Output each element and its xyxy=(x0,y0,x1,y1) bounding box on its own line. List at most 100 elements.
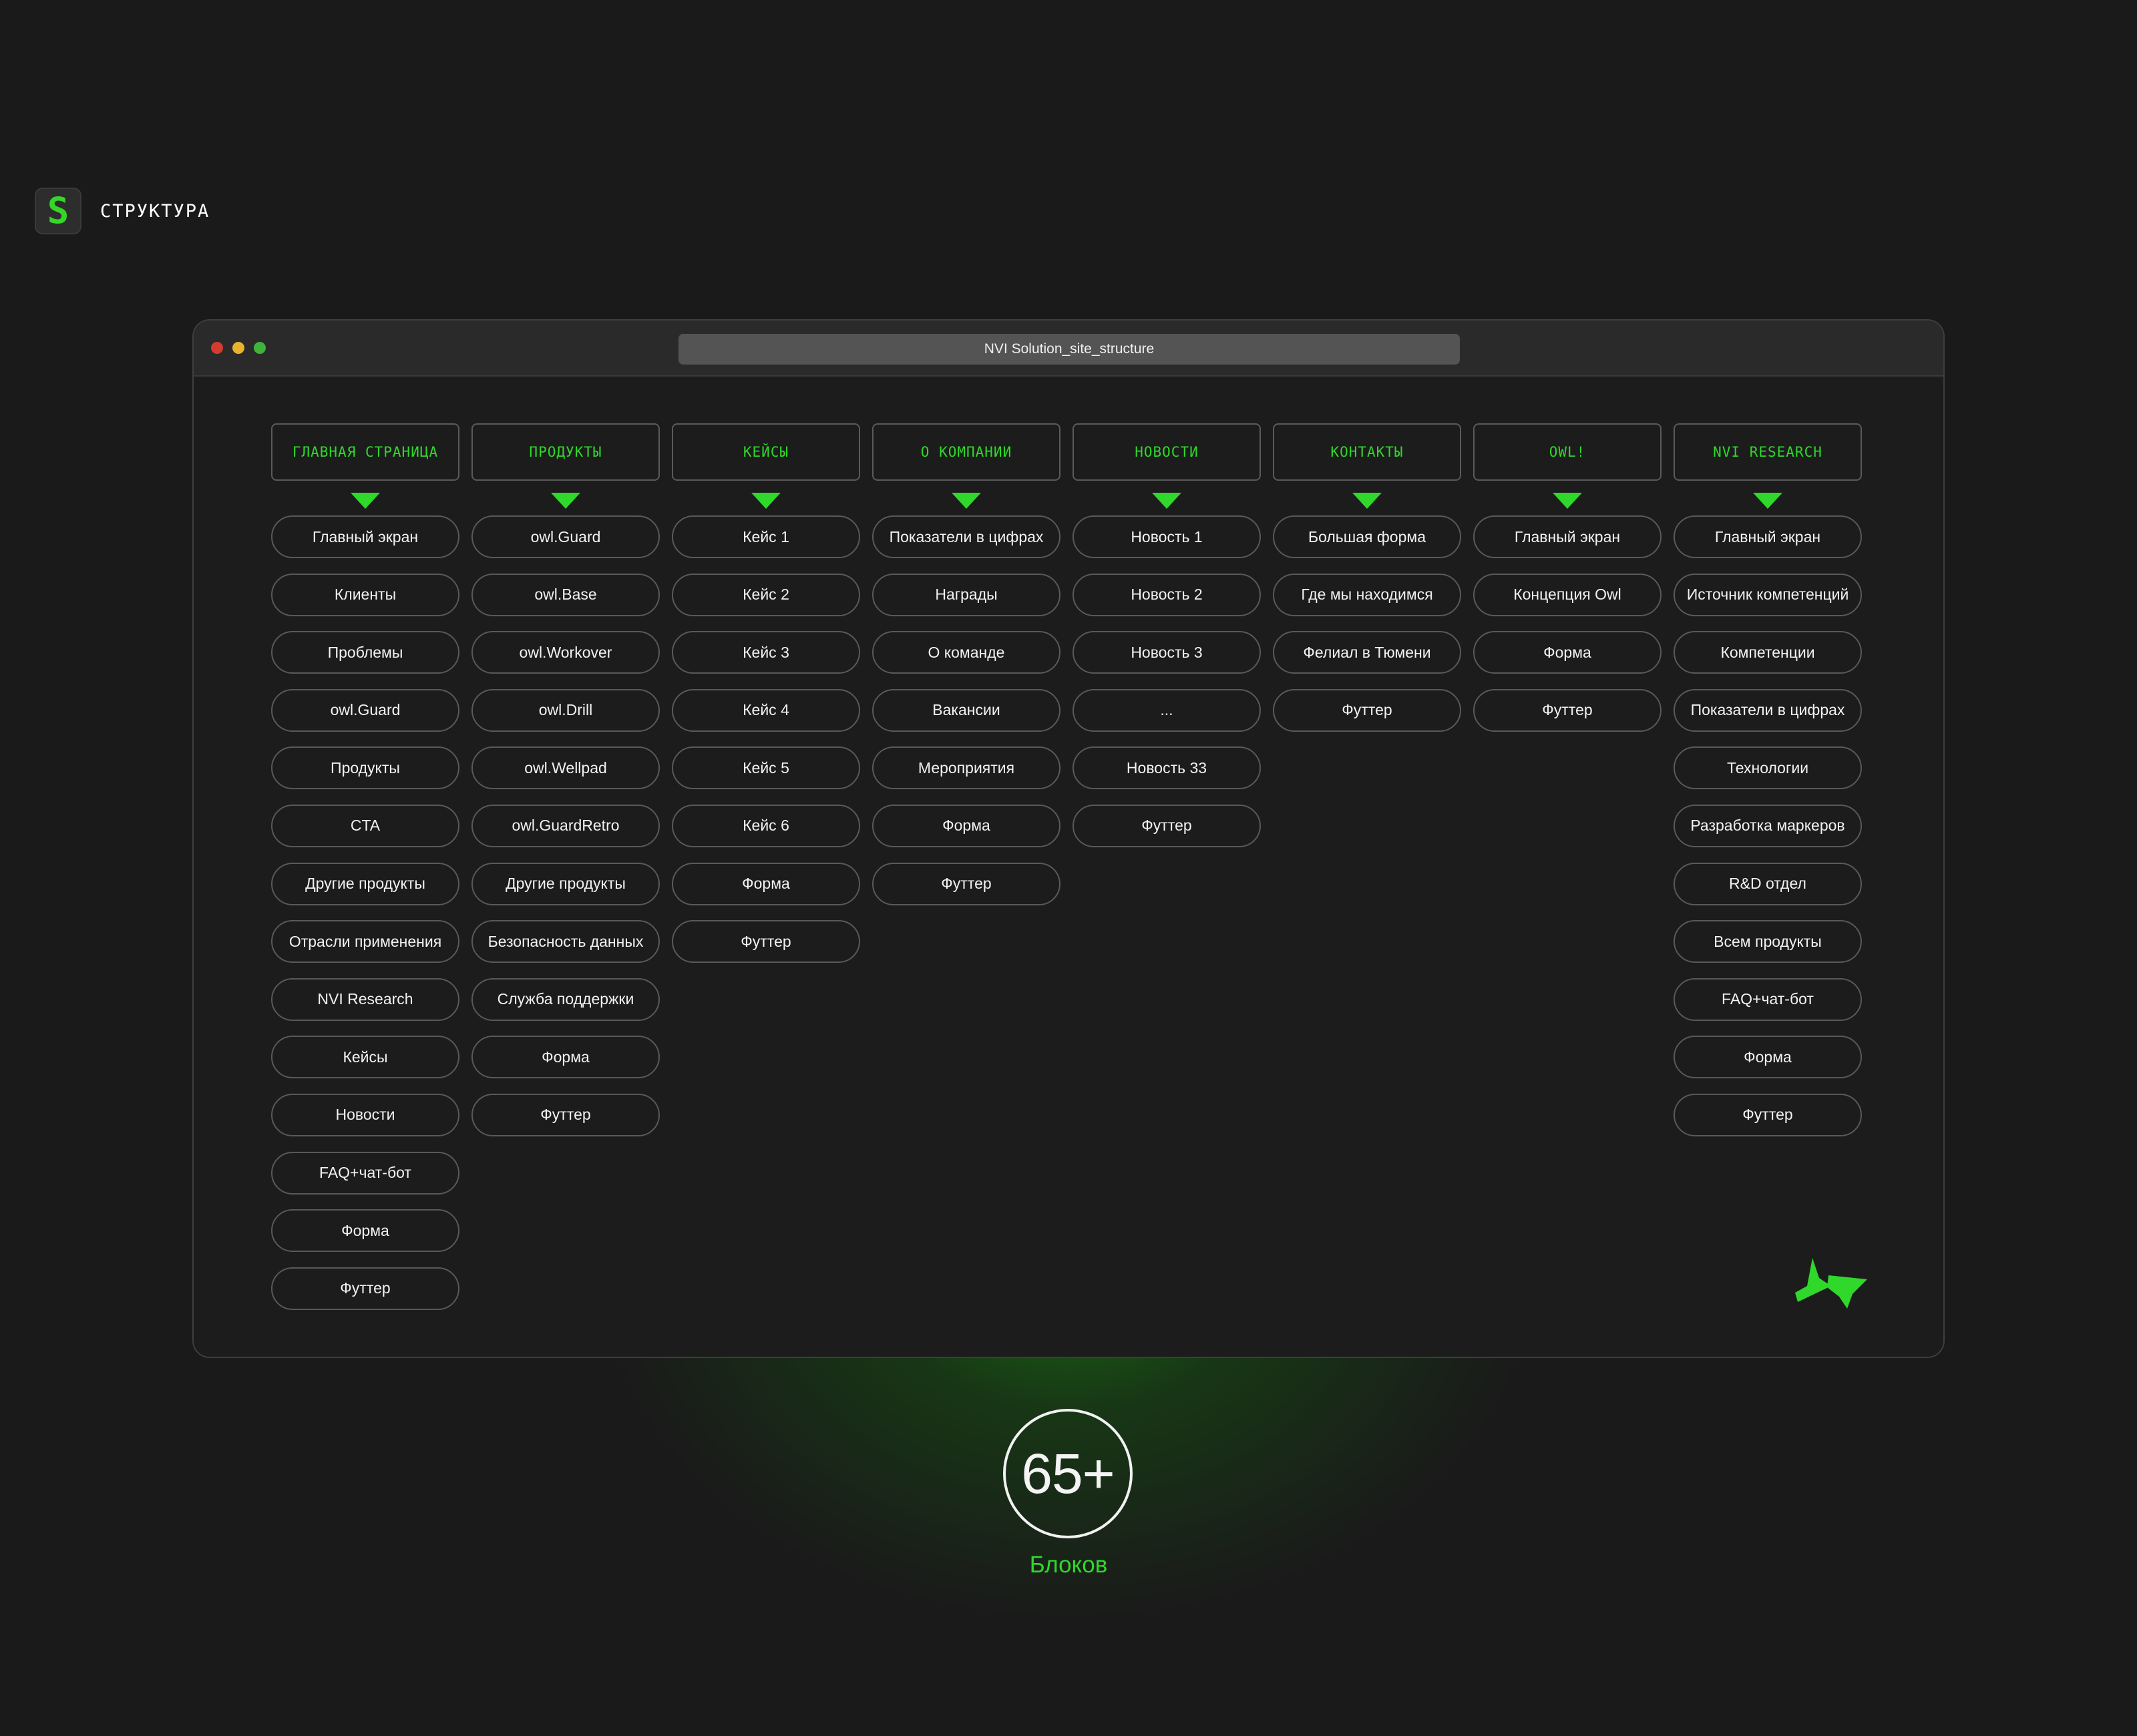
block-pill[interactable]: Источник компетенций xyxy=(1674,573,1862,616)
block-pill[interactable]: Показатели в цифрах xyxy=(1674,688,1862,732)
block-pill[interactable]: Новость 1 xyxy=(1073,515,1261,558)
block-pill[interactable]: Футтер xyxy=(1674,1093,1862,1136)
block-pill[interactable]: Кейс 4 xyxy=(672,688,860,732)
block-pill[interactable]: Награды xyxy=(872,573,1060,616)
block-pill[interactable]: Новости xyxy=(271,1093,459,1136)
down-arrow-icon xyxy=(1152,493,1181,509)
block-pill[interactable]: owl.Base xyxy=(471,573,660,616)
block-pill[interactable]: Мероприятия xyxy=(872,746,1060,790)
section-header[interactable]: ПРОДУКТЫ xyxy=(471,423,660,481)
down-arrow-icon xyxy=(1352,493,1382,509)
block-pill[interactable]: Всем продукты xyxy=(1674,920,1862,963)
block-pill[interactable]: Разработка маркеров xyxy=(1674,804,1862,847)
block-pill[interactable]: Безопасность данных xyxy=(471,920,660,963)
structure-column: ГЛАВНАЯ СТРАНИЦА Главный экран Клиенты Проб… xyxy=(271,423,459,1325)
block-pill[interactable]: Продукты xyxy=(271,746,459,790)
browser-window: NVI Solution_site_structure ГЛАВНАЯ СТРА… xyxy=(192,319,1945,1358)
block-pill[interactable]: Большая форма xyxy=(1273,515,1461,558)
block-pill[interactable]: Фелиал в Тюмени xyxy=(1273,631,1461,674)
block-pill[interactable]: Кейсы xyxy=(271,1036,459,1079)
block-pill[interactable]: owl.Wellpad xyxy=(471,746,660,790)
block-pill[interactable]: Футтер xyxy=(1273,688,1461,732)
section-header[interactable]: НОВОСТИ xyxy=(1073,423,1261,481)
down-arrow-icon xyxy=(1753,493,1782,509)
down-arrow-icon xyxy=(751,493,781,509)
block-pill[interactable]: Служба поддержки xyxy=(471,978,660,1021)
block-pill[interactable]: Футтер xyxy=(872,862,1060,905)
block-pill[interactable]: Форма xyxy=(471,1036,660,1079)
block-pill[interactable]: CTA xyxy=(271,804,459,847)
down-arrow-icon xyxy=(551,493,580,509)
block-pill[interactable]: О команде xyxy=(872,631,1060,674)
down-arrow-icon xyxy=(952,493,981,509)
block-pill[interactable]: Компетенции xyxy=(1674,631,1862,674)
section-header[interactable]: ГЛАВНАЯ СТРАНИЦА xyxy=(271,423,459,481)
block-pill[interactable]: Главный экран xyxy=(1674,515,1862,558)
blocks-counter: 65+ xyxy=(1003,1409,1133,1538)
block-pill[interactable]: Футтер xyxy=(672,920,860,963)
logo-s-icon: S xyxy=(35,188,81,234)
block-pill[interactable]: Новость 33 xyxy=(1073,746,1261,790)
block-pill[interactable]: Форма xyxy=(1473,631,1662,674)
block-pill[interactable]: Форма xyxy=(672,862,860,905)
address-bar[interactable]: NVI Solution_site_structure xyxy=(678,334,1460,365)
block-pill[interactable]: Где мы находимся xyxy=(1273,573,1461,616)
block-pill[interactable]: NVI Research xyxy=(271,978,459,1021)
blocks-counter-value: 65+ xyxy=(1021,1442,1115,1505)
structure-column: OWL! Главный экран Концепция Owl Форма Футте… xyxy=(1473,423,1662,1325)
block-pill[interactable]: owl.GuardRetro xyxy=(471,804,660,847)
block-pill[interactable]: Главный экран xyxy=(271,515,459,558)
section-header[interactable]: OWL! xyxy=(1473,423,1662,481)
block-pill[interactable]: FAQ+чат-бот xyxy=(1674,978,1862,1021)
minimize-window-dot[interactable] xyxy=(232,342,244,354)
logo-letter: S xyxy=(47,190,69,232)
close-window-dot[interactable] xyxy=(211,342,223,354)
block-pill[interactable]: Клиенты xyxy=(271,573,459,616)
structure-column: NVI RESEARCH Главный экран Источник компет… xyxy=(1674,423,1862,1325)
block-pill[interactable]: Кейс 6 xyxy=(672,804,860,847)
block-pill[interactable]: Футтер xyxy=(1073,804,1261,847)
block-pill[interactable]: Технологии xyxy=(1674,746,1862,790)
maximize-window-dot[interactable] xyxy=(254,342,266,354)
block-pill[interactable]: Форма xyxy=(872,804,1060,847)
block-pill[interactable]: Кейс 5 xyxy=(672,746,860,790)
section-header[interactable]: КОНТАКТЫ xyxy=(1273,423,1461,481)
block-pill[interactable]: FAQ+чат-бот xyxy=(271,1151,459,1195)
site-structure-columns: ГЛАВНАЯ СТРАНИЦА Главный экран Клиенты Проб… xyxy=(271,423,1862,1325)
block-pill[interactable]: Кейс 1 xyxy=(672,515,860,558)
block-pill[interactable]: R&D отдел xyxy=(1674,862,1862,905)
page-header: S СТРУКТУРА xyxy=(35,187,210,235)
block-pill[interactable]: Проблемы xyxy=(271,631,459,674)
down-arrow-icon xyxy=(1553,493,1582,509)
structure-column: О КОМПАНИИ Показатели в цифрах Награды О ко… xyxy=(872,423,1060,1325)
brand-arrow-logo-icon xyxy=(1795,1258,1867,1309)
block-pill[interactable]: Кейс 3 xyxy=(672,631,860,674)
block-pill[interactable]: Кейс 2 xyxy=(672,573,860,616)
block-pill[interactable]: Другие продукты xyxy=(471,862,660,905)
window-titlebar: NVI Solution_site_structure xyxy=(194,320,1943,377)
block-pill[interactable]: owl.Drill xyxy=(471,688,660,732)
section-header[interactable]: КЕЙСЫ xyxy=(672,423,860,481)
structure-column: ПРОДУКТЫ owl.Guard owl.Base owl.Workover owl… xyxy=(471,423,660,1325)
section-header[interactable]: О КОМПАНИИ xyxy=(872,423,1060,481)
structure-column: КОНТАКТЫ Большая форма Где мы находимся Фел… xyxy=(1273,423,1461,1325)
block-pill[interactable]: Футтер xyxy=(471,1093,660,1136)
block-pill[interactable]: Новость 2 xyxy=(1073,573,1261,616)
block-pill[interactable]: Другие продукты xyxy=(271,862,459,905)
block-pill[interactable]: Главный экран xyxy=(1473,515,1662,558)
section-header[interactable]: NVI RESEARCH xyxy=(1674,423,1862,481)
block-pill[interactable]: Концепция Owl xyxy=(1473,573,1662,616)
block-pill[interactable]: Форма xyxy=(1674,1036,1862,1079)
block-pill[interactable]: Показатели в цифрах xyxy=(872,515,1060,558)
block-pill[interactable]: owl.Guard xyxy=(471,515,660,558)
block-pill[interactable]: Футтер xyxy=(271,1267,459,1310)
blocks-counter-label: Блоков xyxy=(1029,1552,1108,1578)
block-pill[interactable]: owl.Workover xyxy=(471,631,660,674)
block-pill[interactable]: Вакансии xyxy=(872,688,1060,732)
block-pill[interactable]: Форма xyxy=(271,1209,459,1253)
block-pill[interactable]: ... xyxy=(1073,688,1261,732)
block-pill[interactable]: owl.Guard xyxy=(271,688,459,732)
block-pill[interactable]: Отрасли применения xyxy=(271,920,459,963)
block-pill[interactable]: Новость 3 xyxy=(1073,631,1261,674)
block-pill[interactable]: Футтер xyxy=(1473,688,1662,732)
